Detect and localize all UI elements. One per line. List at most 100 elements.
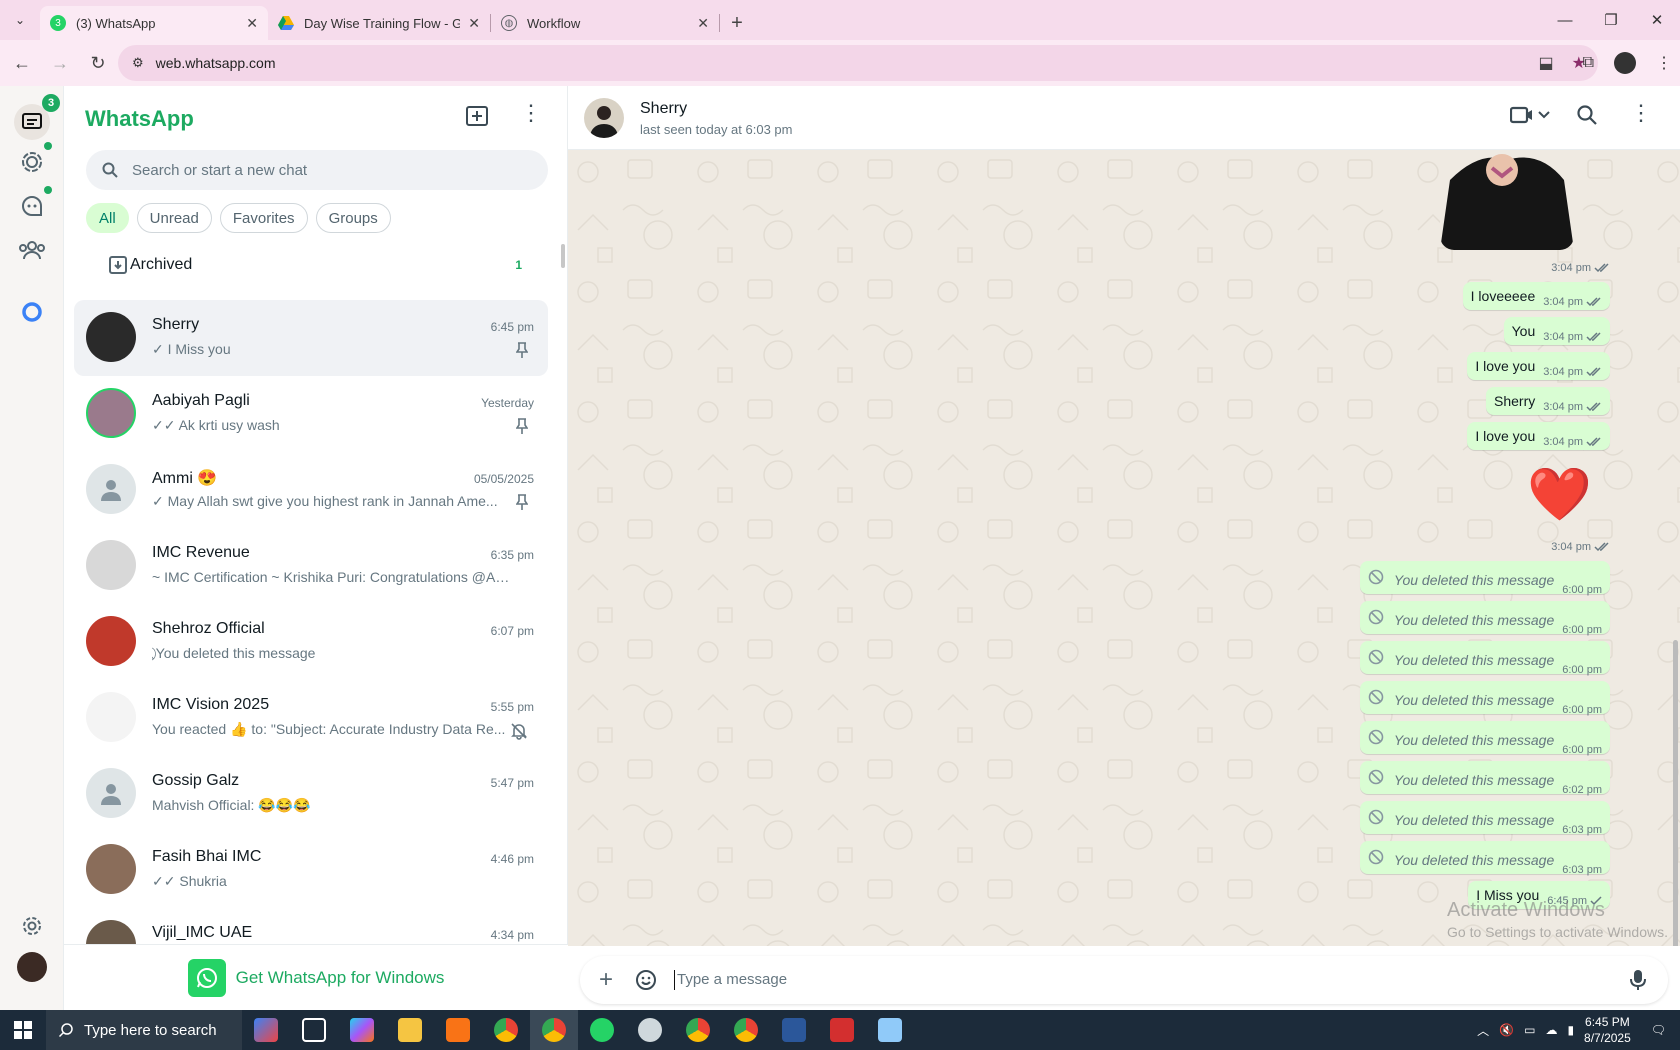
back-icon[interactable]: ← <box>6 47 38 79</box>
reload-icon[interactable]: ↻ <box>82 47 114 79</box>
chrome-active-icon[interactable] <box>530 1010 578 1050</box>
deleted-message-bubble[interactable]: You deleted this message 6:03 pm <box>1359 801 1610 836</box>
close-tab-icon[interactable]: ✕ <box>468 15 480 32</box>
chat-avatar[interactable] <box>86 768 136 818</box>
restore-icon[interactable]: ❐ <box>1588 0 1634 40</box>
search-icon[interactable] <box>1576 104 1598 131</box>
meta-ai-icon[interactable] <box>16 296 48 328</box>
chat-list-item[interactable]: Fasih Bhai IMC 4:46 pm ✓✓ Shukria <box>74 832 548 908</box>
network-icon[interactable]: ▭ <box>1524 1023 1535 1037</box>
filter-favorites[interactable]: Favorites <box>219 203 308 233</box>
profile-avatar-icon[interactable] <box>1614 52 1636 74</box>
message-input[interactable]: Type a message <box>674 970 1618 990</box>
new-chat-icon[interactable] <box>466 106 488 132</box>
message-bubble[interactable]: I love you 3:04 pm <box>1467 422 1610 450</box>
tab-whatsapp[interactable]: 3 (3) WhatsApp ✕ <box>40 6 268 40</box>
close-tab-icon[interactable]: ✕ <box>246 15 258 32</box>
news-widget-icon[interactable] <box>242 1010 290 1050</box>
minimize-icon[interactable]: — <box>1542 0 1588 40</box>
battery-icon[interactable]: ▮ <box>1567 1023 1574 1037</box>
filter-all[interactable]: All <box>86 203 129 233</box>
clock-app-icon[interactable] <box>626 1010 674 1050</box>
close-window-icon[interactable]: ✕ <box>1634 0 1680 40</box>
task-view-icon[interactable] <box>290 1010 338 1050</box>
search-input[interactable]: Search or start a new chat <box>86 150 548 190</box>
status-icon[interactable] <box>16 142 52 178</box>
app-icon[interactable] <box>434 1010 482 1050</box>
conversation-header[interactable]: Sherry last seen today at 6:03 pm ⋮ <box>568 86 1680 150</box>
install-app-icon[interactable]: ⬓ <box>1539 53 1554 73</box>
chat-avatar[interactable] <box>86 692 136 742</box>
taskbar-search-input[interactable]: Type here to search <box>46 1010 242 1050</box>
heart-emoji-message[interactable]: ❤️ <box>1527 465 1592 525</box>
chats-icon[interactable]: 3 <box>14 94 60 140</box>
chat-avatar[interactable] <box>86 464 136 514</box>
chat-avatar[interactable] <box>86 540 136 590</box>
copilot-icon[interactable] <box>338 1010 386 1050</box>
chrome-icon[interactable] <box>482 1010 530 1050</box>
video-call-icon[interactable] <box>1509 104 1550 131</box>
message-scrollbar[interactable] <box>1673 640 1678 946</box>
new-tab-button[interactable]: + <box>720 6 754 40</box>
tab-workflow[interactable]: ◍ Workflow ✕ <box>491 6 719 40</box>
tab-google-drive[interactable]: Day Wise Training Flow - Googl ✕ <box>268 6 490 40</box>
url-bar[interactable]: ⚙ web.whatsapp.com ⬓ ★ <box>118 45 1598 81</box>
forward-icon[interactable]: → <box>44 47 76 79</box>
message-bubble[interactable]: Sherry 3:04 pm <box>1486 387 1610 415</box>
chat-list-item[interactable]: Sherry 6:45 pm ✓ I Miss you <box>74 300 548 376</box>
settings-gear-icon[interactable] <box>16 910 48 942</box>
profile-avatar[interactable] <box>17 952 47 982</box>
chat-list-item[interactable]: IMC Vision 2025 5:55 pm You reacted 👍 to: … <box>74 680 548 756</box>
chat-list-item[interactable]: Shehroz Official 6:07 pm⃠ You deleted thi… <box>74 604 548 680</box>
filter-unread[interactable]: Unread <box>136 203 212 233</box>
chat-avatar[interactable] <box>86 844 136 894</box>
sticker-emoji-icon[interactable] <box>626 960 666 1000</box>
communities-icon[interactable] <box>16 234 48 266</box>
chat-list-item[interactable]: IMC Revenue 6:35 pm ~ IMC Certification ~ … <box>74 528 548 604</box>
deleted-message-bubble[interactable]: You deleted this message 6:00 pm <box>1359 561 1610 596</box>
deleted-message-bubble[interactable]: You deleted this message 6:00 pm <box>1359 601 1610 636</box>
onedrive-icon[interactable]: ☁ <box>1545 1023 1557 1037</box>
site-info-icon[interactable]: ⚙ <box>132 55 144 71</box>
word-icon[interactable] <box>770 1010 818 1050</box>
message-bubble[interactable]: I loveeeee 3:04 pm <box>1462 282 1610 310</box>
deleted-message-bubble[interactable]: You deleted this message 6:00 pm <box>1359 721 1610 756</box>
message-bubble[interactable]: You 3:04 pm <box>1503 317 1610 345</box>
tab-search-chevron-icon[interactable]: ⌄ <box>0 0 40 40</box>
deleted-message-bubble[interactable]: You deleted this message 6:02 pm <box>1359 761 1610 796</box>
attach-plus-icon[interactable]: + <box>586 960 626 1000</box>
contact-avatar[interactable] <box>584 98 624 138</box>
browser-menu-icon[interactable]: ⋮ <box>1656 53 1672 73</box>
conversation-menu-icon[interactable]: ⋮ <box>1630 100 1652 126</box>
archived-row[interactable]: Archived 1 <box>86 238 548 292</box>
chat-list-item[interactable]: Aabiyah Pagli Yesterday ✓✓ Ak krti usy was… <box>74 376 548 452</box>
deleted-message-bubble[interactable]: You deleted this message 6:00 pm <box>1359 641 1610 676</box>
whatsapp-taskbar-icon[interactable] <box>578 1010 626 1050</box>
chat-avatar[interactable] <box>86 388 136 438</box>
windows-start-icon[interactable] <box>0 1010 46 1050</box>
message-bubble[interactable]: I love you 3:04 pm <box>1467 352 1610 380</box>
notifications-icon[interactable]: 🗨 <box>1651 1023 1666 1037</box>
sticker-image[interactable] <box>1440 150 1574 250</box>
get-whatsapp-banner[interactable]: Get WhatsApp for Windows <box>64 944 568 1010</box>
chrome-profile-2-icon[interactable] <box>722 1010 770 1050</box>
close-tab-icon[interactable]: ✕ <box>697 15 709 32</box>
menu-kebab-icon[interactable]: ⋮ <box>520 100 542 126</box>
tray-chevron-icon[interactable]: ︿ <box>1477 1022 1489 1039</box>
chat-list-item[interactable]: Gossip Galz 5:47 pm Mahvish Official: 😂😂😂 <box>74 756 548 832</box>
speaker-mute-icon[interactable]: 🔇 <box>1499 1023 1514 1037</box>
chat-list-item[interactable]: Ammi 😍 05/05/2025 ✓ May Allah swt give you… <box>74 452 548 528</box>
taskbar-clock[interactable]: 6:45 PM 8/7/2025 <box>1584 1014 1631 1046</box>
chrome-profile-icon[interactable] <box>674 1010 722 1050</box>
extensions-icon[interactable]: ⧉ <box>1583 54 1594 72</box>
deleted-message-bubble[interactable]: You deleted this message 6:00 pm <box>1359 681 1610 716</box>
channels-icon[interactable] <box>16 186 52 222</box>
chat-list-scrollbar[interactable] <box>561 244 565 268</box>
microphone-icon[interactable] <box>1618 960 1658 1000</box>
filter-groups[interactable]: Groups <box>315 203 391 233</box>
chat-avatar[interactable] <box>86 312 136 362</box>
chat-avatar[interactable] <box>86 616 136 666</box>
acrobat-icon[interactable] <box>818 1010 866 1050</box>
notepad-icon[interactable] <box>866 1010 914 1050</box>
file-explorer-icon[interactable] <box>386 1010 434 1050</box>
